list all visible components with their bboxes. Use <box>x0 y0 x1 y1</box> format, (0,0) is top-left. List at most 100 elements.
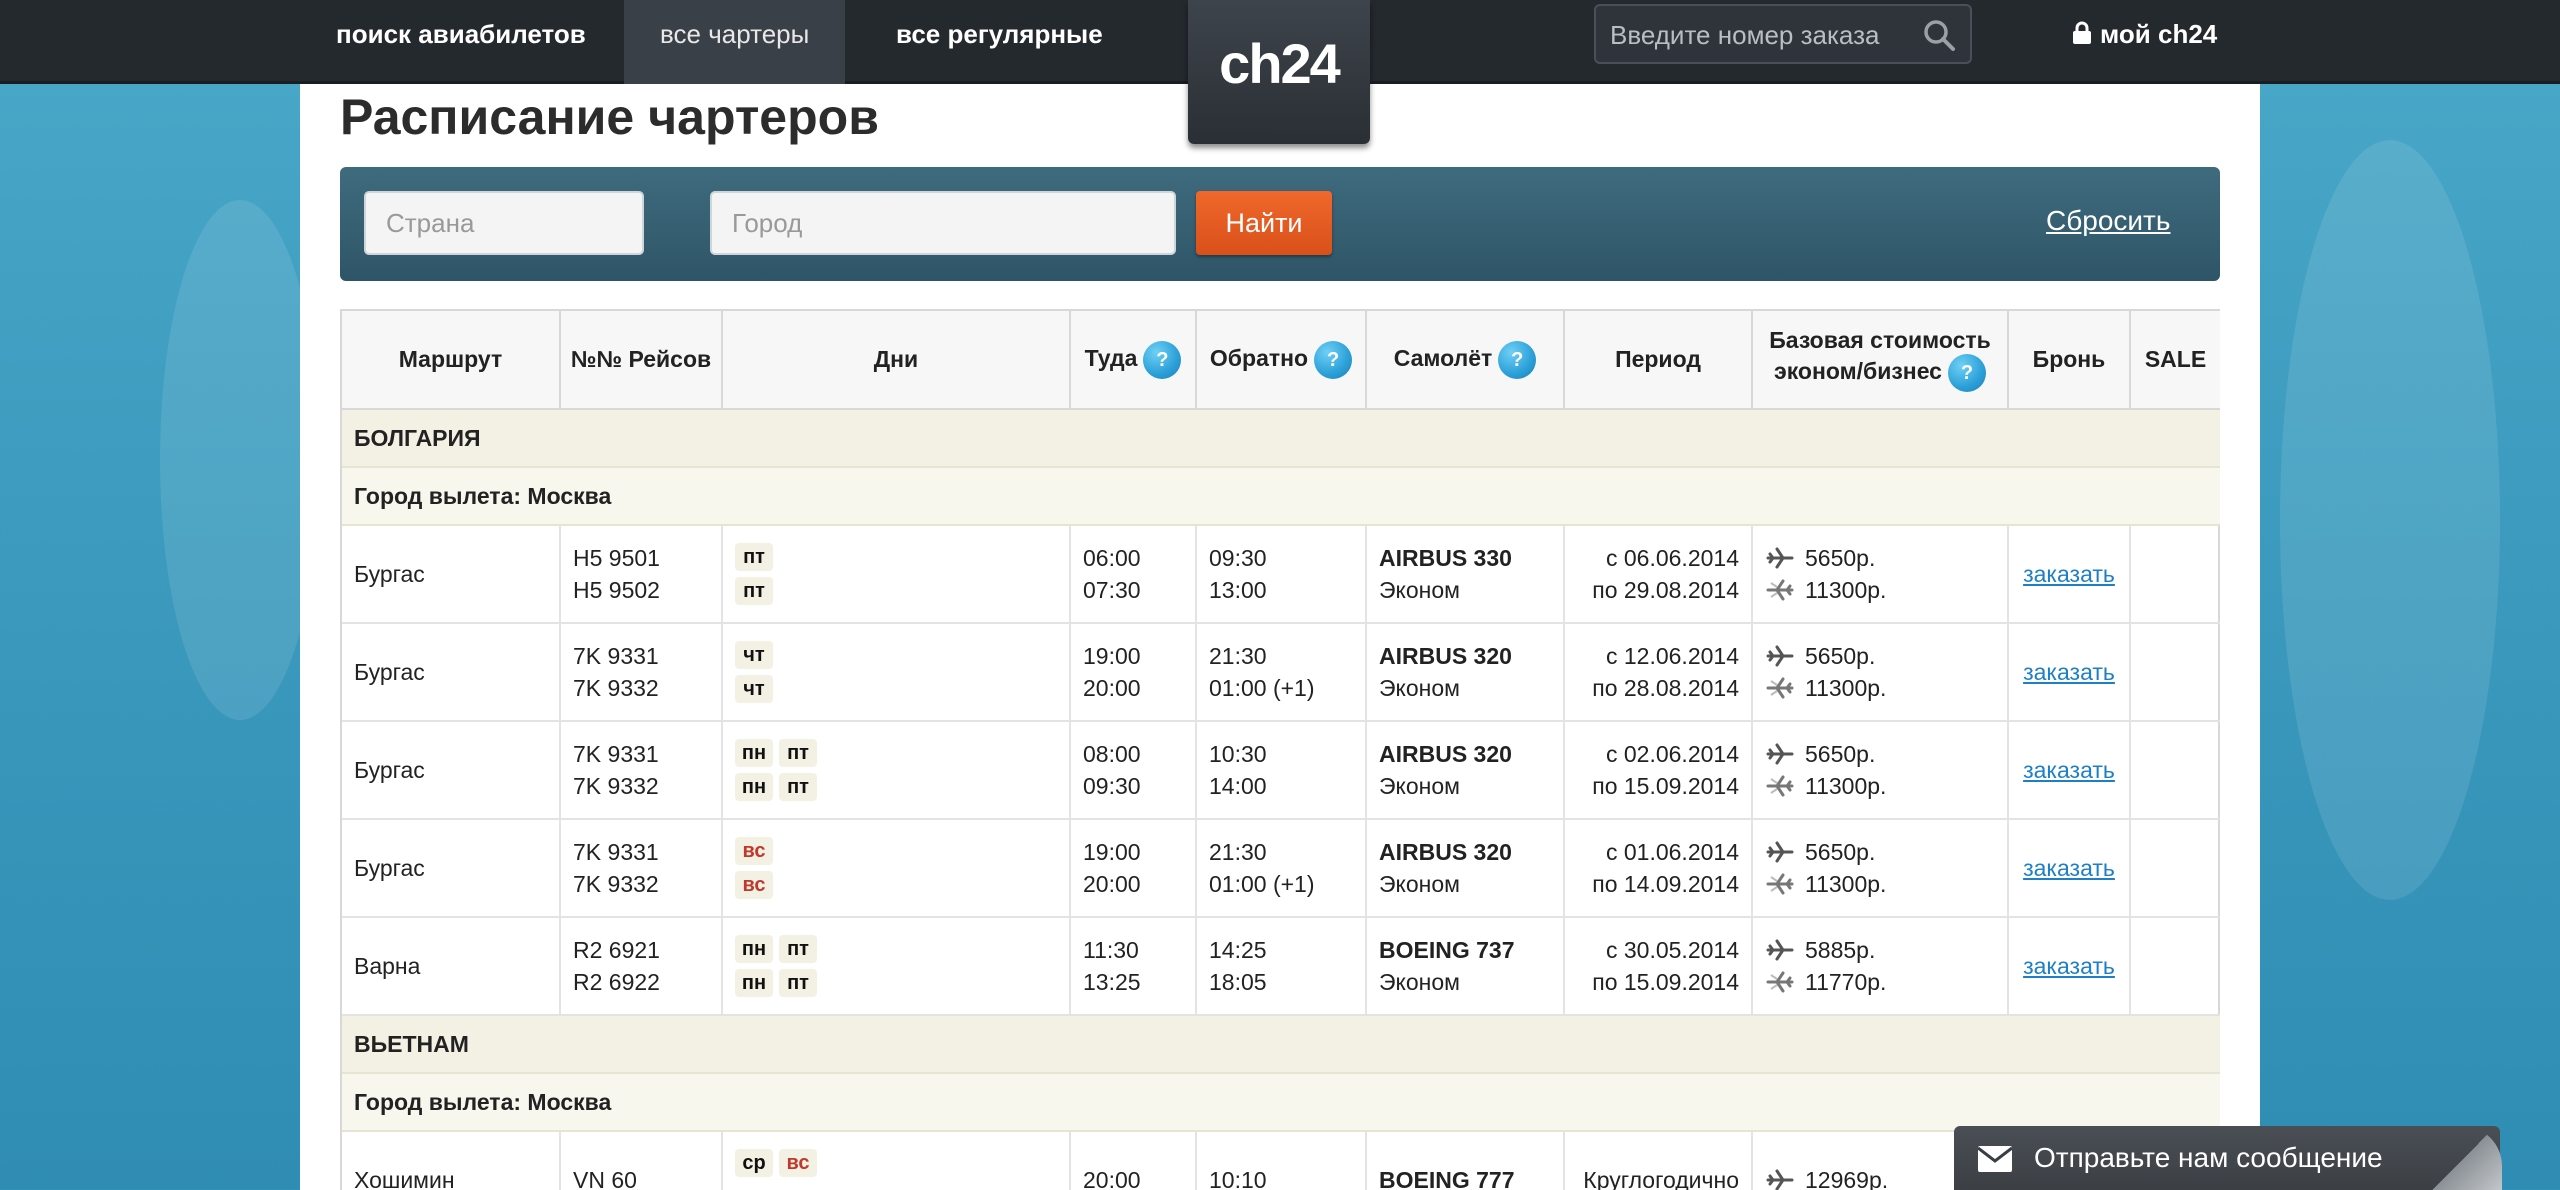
day-badge: вс <box>735 871 773 899</box>
period-end: по 29.08.2014 <box>1592 577 1739 603</box>
price-economy: 5650р. <box>1805 839 1876 865</box>
header-outbound-label: Туда <box>1084 344 1138 371</box>
order-link[interactable]: заказать <box>2023 855 2115 881</box>
help-icon[interactable]: ? <box>1314 340 1353 379</box>
aircraft-model: BOEING 737 <box>1379 937 1515 963</box>
nav-search-flights[interactable]: поиск авиабилетов <box>336 0 586 84</box>
days-return-row: чт <box>735 672 1069 706</box>
flight-numbers-cell: 7K 9331 7K 9332 <box>560 623 723 722</box>
flight-number-return: 7K 9332 <box>573 871 659 897</box>
map-background-shape <box>2280 140 2500 900</box>
flight-numbers-cell: R2 6921 R2 6922 <box>560 917 723 1016</box>
ch24-logo[interactable]: ch24 <box>1188 0 1370 144</box>
help-icon[interactable]: ? <box>1143 340 1182 379</box>
header-period: Период <box>1564 311 1753 410</box>
header-return: Обратно? <box>1196 311 1367 410</box>
aircraft-cell: BOEING 777 <box>1366 1131 1565 1190</box>
nav-all-regular[interactable]: все регулярные <box>896 0 1103 84</box>
order-number-input[interactable] <box>1610 16 1910 54</box>
price-business-line: 11300р. <box>1765 770 2007 802</box>
my-account-link[interactable]: мой ch24 <box>2072 0 2217 68</box>
days-return-row: пн пт <box>735 770 1069 804</box>
price-economy-line: 5650р. <box>1765 738 2007 770</box>
find-button[interactable]: Найти <box>1196 191 1332 255</box>
day-badge: пт <box>779 773 817 801</box>
page-title: Расписание чартеров <box>340 89 879 145</box>
flight-numbers-cell: VN 60 <box>560 1131 723 1190</box>
period-start: с 02.06.2014 <box>1605 741 1739 767</box>
return-time-cell: 10:10 <box>1196 1131 1367 1190</box>
aircraft-model: AIRBUS 320 <box>1379 643 1512 669</box>
price-business: 11300р. <box>1805 577 1887 603</box>
flight-number-return: R2 6922 <box>573 969 660 995</box>
city-input[interactable] <box>710 191 1176 255</box>
price-business-line: 11770р. <box>1765 966 2007 998</box>
flight-number-out: H5 9501 <box>573 545 660 571</box>
header-booking: Бронь <box>2008 311 2131 410</box>
order-search-box <box>1594 4 1972 64</box>
outbound-time-2: 09:30 <box>1083 773 1141 799</box>
envelope-icon <box>1978 1146 2012 1172</box>
help-icon[interactable]: ? <box>1947 354 1986 392</box>
return-plane-icon <box>1766 873 1794 895</box>
header-base-price-line2: эконом/бизнес <box>1774 358 1942 385</box>
aircraft-cell: AIRBUS 320 Эконом <box>1366 623 1565 722</box>
day-badge: чт <box>735 641 773 669</box>
charter-schedule-table: Маршрут №№ Рейсов Дни Туда? Обратно? Сам… <box>340 309 2220 1190</box>
order-link[interactable]: заказать <box>2023 659 2115 685</box>
departure-city: Город вылета: Москва <box>342 1073 2220 1132</box>
departure-plane-icon <box>1766 645 1794 667</box>
departure-plane-icon <box>1766 1169 1794 1190</box>
table-row: Варна R2 6921 R2 6922 пн пт пн пт 11:30 13:25 14:… <box>342 917 2220 1016</box>
outbound-time-2: 07:30 <box>1083 577 1141 603</box>
reset-link[interactable]: Сбросить <box>2046 205 2170 237</box>
booking-cell: заказать <box>2008 623 2131 722</box>
day-badge: чт <box>735 675 773 703</box>
header-return-label: Обратно <box>1209 344 1309 371</box>
my-account-label: мой ch24 <box>2100 19 2218 49</box>
aircraft-model: BOEING 777 <box>1379 1167 1515 1190</box>
service-class: Эконом <box>1379 675 1460 701</box>
sale-cell <box>2130 721 2220 820</box>
price-business: 11300р. <box>1805 773 1887 799</box>
route-cell: Бургас <box>342 525 561 624</box>
order-link[interactable]: заказать <box>2023 561 2115 587</box>
flight-number-return: 7K 9332 <box>573 773 659 799</box>
days-cell: ср вс <box>722 1131 1071 1190</box>
departure-city-row: Город вылета: Москва <box>342 467 2220 526</box>
search-icon[interactable] <box>1922 18 1956 52</box>
period-end: по 15.09.2014 <box>1592 969 1739 995</box>
nav-all-charters[interactable]: все чартеры <box>624 0 846 84</box>
send-message-label: Отправьте нам сообщение <box>2034 1142 2383 1173</box>
outbound-time-cell: 11:30 13:25 <box>1070 917 1197 1016</box>
period-cell: с 30.05.2014 по 15.09.2014 <box>1564 917 1753 1016</box>
days-out-row: ср вс <box>735 1146 1069 1180</box>
return-time-2: 18:05 <box>1209 969 1267 995</box>
day-badge: пн <box>735 739 773 767</box>
days-cell: пт пт <box>722 525 1071 624</box>
return-plane-icon <box>1766 677 1794 699</box>
help-icon[interactable]: ? <box>1498 340 1537 379</box>
booking-cell: заказать <box>2008 819 2131 918</box>
departure-plane-icon <box>1766 841 1794 863</box>
price-economy: 5650р. <box>1805 643 1876 669</box>
route-cell: Бургас <box>342 819 561 918</box>
header-base-price: Базовая стоимость эконом/бизнес? <box>1752 311 2009 410</box>
return-time-cell: 21:30 01:00 (+1) <box>1196 819 1367 918</box>
order-link[interactable]: заказать <box>2023 953 2115 979</box>
price-business-line: 11300р. <box>1765 672 2007 704</box>
return-time-2: 01:00 (+1) <box>1209 675 1315 701</box>
day-badge: пн <box>735 773 773 801</box>
outbound-time-2: 13:25 <box>1083 969 1141 995</box>
table-row: Бургас 7K 9331 7K 9332 чт чт 19:00 20:00 21:30 0… <box>342 623 2220 722</box>
period-cell: с 06.06.2014 по 29.08.2014 <box>1564 525 1753 624</box>
order-link[interactable]: заказать <box>2023 757 2115 783</box>
price-economy: 5650р. <box>1805 741 1876 767</box>
filter-bar: Найти Сбросить <box>340 167 2220 281</box>
country-input[interactable] <box>364 191 644 255</box>
send-message-widget[interactable]: Отправьте нам сообщение <box>1954 1126 2500 1190</box>
outbound-time-cell: 19:00 20:00 <box>1070 819 1197 918</box>
booking-cell: заказать <box>2008 525 2131 624</box>
outbound-time-1: 06:00 <box>1083 545 1141 571</box>
outbound-time-cell: 08:00 09:30 <box>1070 721 1197 820</box>
